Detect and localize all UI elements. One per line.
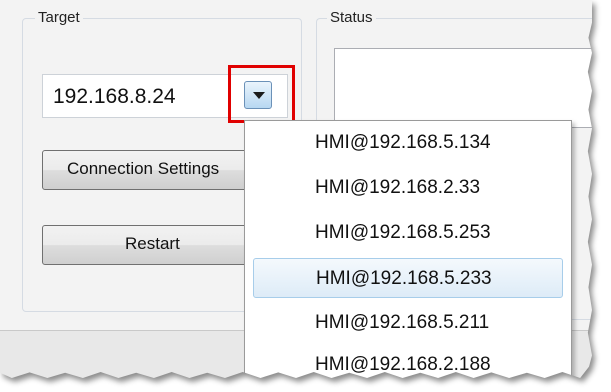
dropdown-option-label: HMI@192.168.2.33 [315, 177, 481, 198]
dropdown-option[interactable]: HMI@192.168.5.211 [253, 303, 563, 343]
target-group-title: Target [35, 9, 83, 26]
dropdown-option-label: HMI@192.168.5.253 [315, 222, 491, 243]
dropdown-option-label: HMI@192.168.2.188 [315, 354, 491, 375]
highlight-annotation-box [228, 65, 295, 123]
connection-settings-label: Connection Settings [67, 159, 220, 178]
target-dropdown-list[interactable]: HMI@192.168.5.134 HMI@192.168.2.33 HMI@1… [244, 120, 572, 378]
dropdown-option[interactable]: HMI@192.168.5.253 [253, 213, 563, 253]
status-textbox[interactable] [334, 48, 592, 128]
dropdown-option[interactable]: HMI@192.168.5.134 [253, 123, 563, 163]
app-window: Target Status 192.168.8.24 Connection Se… [0, 0, 592, 378]
target-combobox-value: 192.168.8.24 [53, 85, 176, 108]
dropdown-option-highlighted[interactable]: HMI@192.168.5.233 [253, 258, 563, 298]
dropdown-option-label: HMI@192.168.5.211 [315, 312, 490, 333]
restart-button[interactable]: Restart [42, 225, 272, 265]
dropdown-option-label: HMI@192.168.5.134 [315, 132, 491, 153]
dropdown-option[interactable]: HMI@192.168.2.33 [253, 168, 563, 208]
restart-label: Restart [125, 234, 180, 253]
connection-settings-button[interactable]: Connection Settings [42, 150, 272, 190]
dropdown-option[interactable]: HMI@192.168.2.188 [253, 345, 563, 378]
dropdown-option-label: HMI@192.168.5.233 [316, 268, 492, 289]
screenshot-window: Target Status 192.168.8.24 Connection Se… [0, 0, 611, 392]
status-group-title: Status [327, 9, 376, 26]
